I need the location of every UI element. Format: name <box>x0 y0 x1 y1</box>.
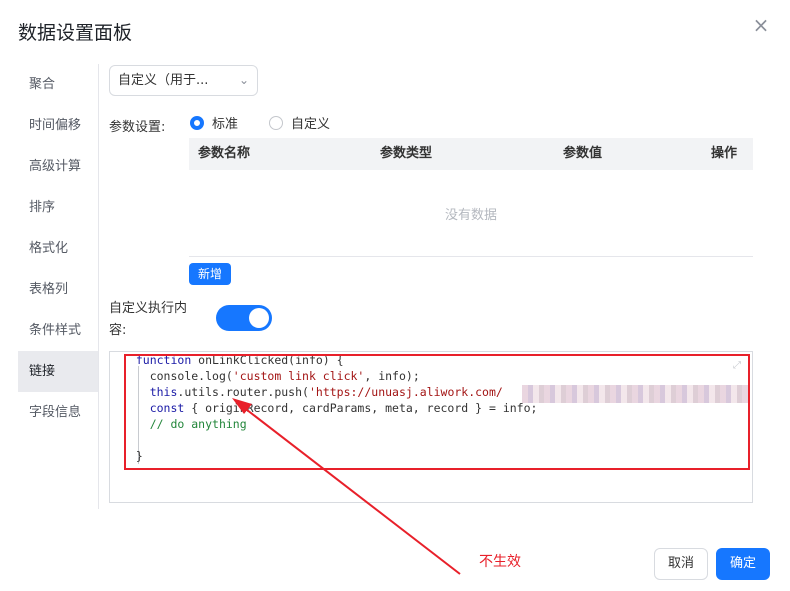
cancel-button[interactable]: 取消 <box>654 548 708 580</box>
annotation-arrow <box>232 398 461 575</box>
ok-button[interactable]: 确定 <box>716 548 770 580</box>
annotation-label: 不生效 <box>479 554 521 570</box>
